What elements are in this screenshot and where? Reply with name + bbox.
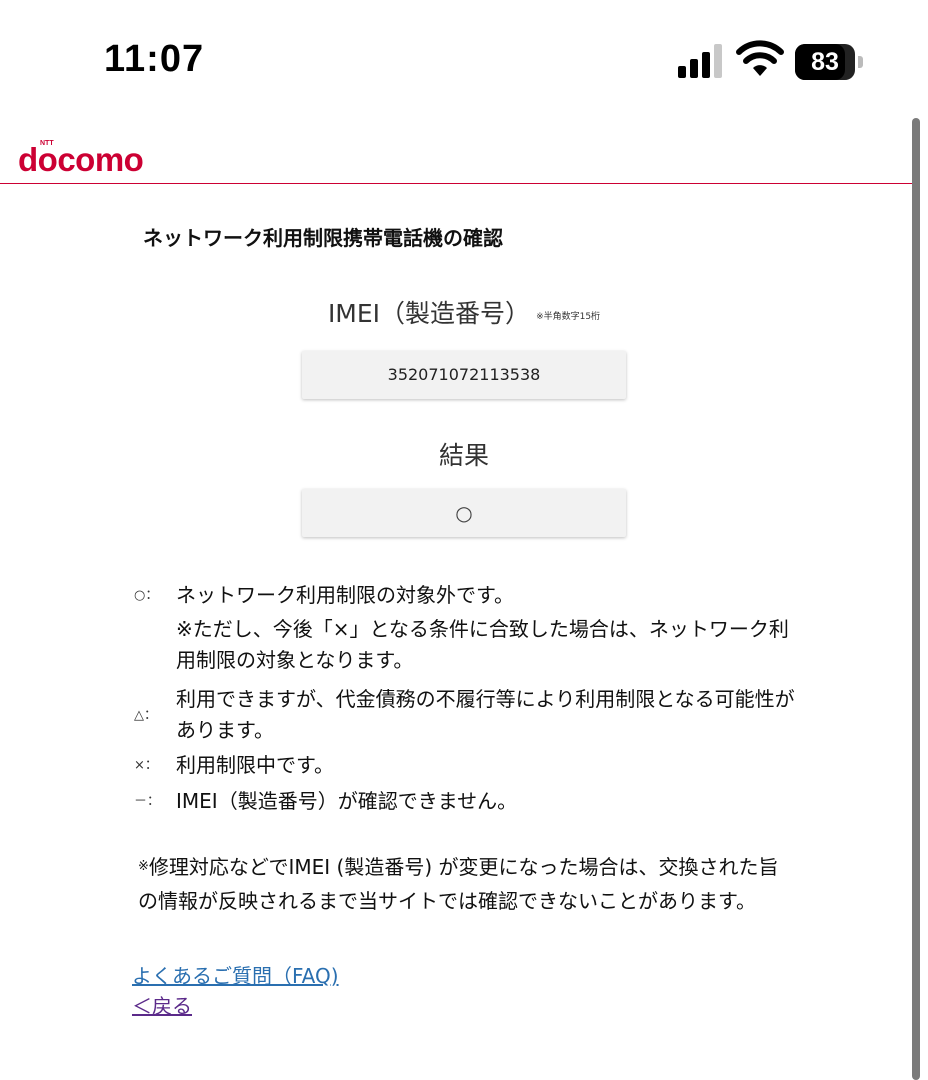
imei-value-field: 352071072113538 bbox=[302, 351, 626, 399]
remark-text: 修理対応などでIMEI (製造番号) が変更になった場合は、交換された旨の情報が… bbox=[138, 855, 779, 913]
legend-item-cross: ×： 利用制限中です。 bbox=[134, 750, 814, 781]
status-time: 11:07 bbox=[104, 38, 205, 80]
back-link[interactable]: ＜戻る bbox=[132, 990, 192, 1019]
wifi-icon bbox=[736, 40, 784, 76]
battery-cap bbox=[858, 56, 863, 68]
battery-icon: 83 bbox=[795, 44, 865, 80]
logo-text: docomo bbox=[18, 141, 144, 178]
legend-item-dash: －： IMEI（製造番号）が確認できません。 bbox=[134, 786, 814, 817]
page-title: ネットワーク利用制限携帯電話機の確認 bbox=[143, 226, 503, 250]
dash-symbol: －： bbox=[134, 794, 161, 809]
remark-note: ※修理対応などでIMEI (製造番号) が変更になった場合は、交換された旨の情報… bbox=[138, 850, 798, 918]
imei-label: IMEI（製造番号） ※半角数字15桁 bbox=[0, 294, 928, 330]
legend-circle-text: ネットワーク利用制限の対象外です。 bbox=[176, 583, 514, 607]
legend-cross-text: 利用制限中です。 bbox=[176, 753, 334, 777]
cross-symbol: ×： bbox=[134, 758, 158, 773]
signal-icon bbox=[678, 44, 722, 78]
legend-item-triangle: △： 利用できますが、代金債務の不履行等により利用制限となる可能性があります。 bbox=[134, 684, 814, 746]
legend-circle-subtext: ※ただし、今後「×」となる条件に合致した場合は、ネットワーク利用制限の対象となり… bbox=[176, 617, 789, 672]
triangle-symbol: △： bbox=[134, 708, 157, 723]
header-divider bbox=[0, 183, 912, 184]
result-label: 結果 bbox=[438, 441, 489, 470]
legend-triangle-text: 利用できますが、代金債務の不履行等により利用制限となる可能性があります。 bbox=[176, 687, 795, 742]
result-value-field: ○ bbox=[302, 489, 626, 537]
circle-symbol: ○： bbox=[134, 588, 159, 603]
imei-note: ※半角数字15桁 bbox=[536, 311, 601, 322]
battery-percent: 83 bbox=[811, 48, 839, 76]
remark-mark: ※ bbox=[138, 859, 149, 874]
logo-ntt: NTT bbox=[40, 140, 54, 147]
legend-dash-text: IMEI（製造番号）が確認できません。 bbox=[176, 789, 518, 813]
scrollbar[interactable] bbox=[912, 118, 920, 1080]
docomo-logo[interactable]: docomo NTT bbox=[18, 140, 158, 180]
imei-label-text: IMEI（製造番号） bbox=[327, 299, 531, 328]
legend-item-circle: ○： ネットワーク利用制限の対象外です。 bbox=[134, 580, 814, 611]
faq-link[interactable]: よくあるご質問（FAQ) bbox=[132, 960, 339, 989]
